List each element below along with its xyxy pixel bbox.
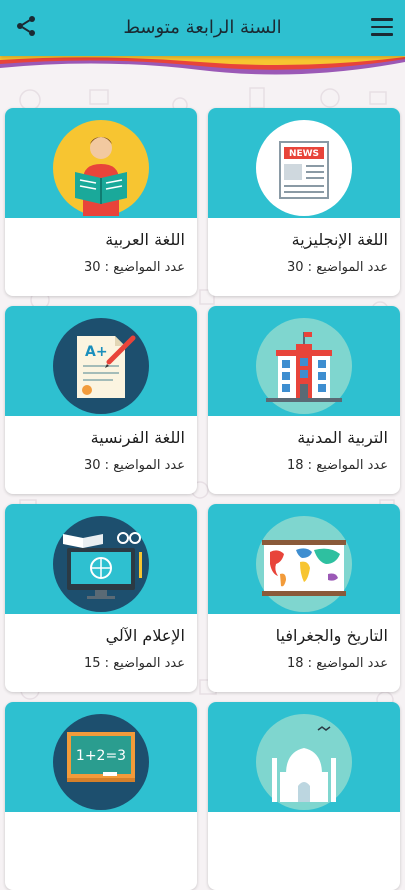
world-map-icon [256, 516, 352, 612]
subject-card-history-geography[interactable]: التاريخ والجغرافيا عدد المواضيع : 18 [208, 504, 400, 692]
subject-card-monument[interactable] [208, 702, 400, 890]
monument-icon [256, 714, 352, 810]
subject-count: عدد المواضيع : 18 [287, 458, 388, 473]
hamburger-menu-icon[interactable] [371, 18, 393, 38]
app-bar: السنة الرابعة متوسط [0, 0, 405, 56]
subject-name: التاريخ والجغرافيا [275, 626, 388, 645]
svg-text:A+: A+ [85, 344, 108, 360]
reading-person-icon [53, 120, 149, 216]
svg-text:NEWS: NEWS [289, 149, 319, 159]
subject-count: عدد المواضيع : 30 [287, 260, 388, 275]
subject-count: عدد المواضيع : 30 [84, 458, 185, 473]
subject-card-math[interactable]: 1+2=3 [5, 702, 197, 890]
svg-text:1+2=3: 1+2=3 [76, 748, 126, 764]
subject-count: عدد المواضيع : 18 [287, 656, 388, 671]
subject-name: التربية المدنية [297, 428, 388, 447]
subject-count: عدد المواضيع : 15 [84, 656, 185, 671]
subject-card-civic[interactable]: التربية المدنية عدد المواضيع : 18 [208, 306, 400, 494]
subject-name: اللغة العربية [105, 230, 185, 249]
subject-name: اللغة الإنجليزية [291, 230, 388, 249]
subject-name: اللغة الفرنسية [90, 428, 185, 447]
subject-card-arabic[interactable]: اللغة العربية عدد المواضيع : 30 [5, 108, 197, 296]
building-icon [256, 318, 352, 414]
computer-icon [53, 516, 149, 612]
decorative-stripe [0, 56, 405, 75]
graded-paper-icon: A+ [53, 318, 149, 414]
subject-count: عدد المواضيع : 30 [84, 260, 185, 275]
newspaper-icon: NEWS [256, 120, 352, 216]
subject-name: الإعلام الآلي [105, 626, 185, 645]
chalkboard-icon: 1+2=3 [53, 714, 149, 810]
subject-card-english[interactable]: NEWS اللغة الإنجليزية عدد المواضيع : 30 [208, 108, 400, 296]
page-title: السنة الرابعة متوسط [123, 17, 282, 38]
subject-card-computer[interactable]: الإعلام الآلي عدد المواضيع : 15 [5, 504, 197, 692]
subject-card-french[interactable]: A+ اللغة الفرنسية عدد المواضيع : 30 [5, 306, 197, 494]
